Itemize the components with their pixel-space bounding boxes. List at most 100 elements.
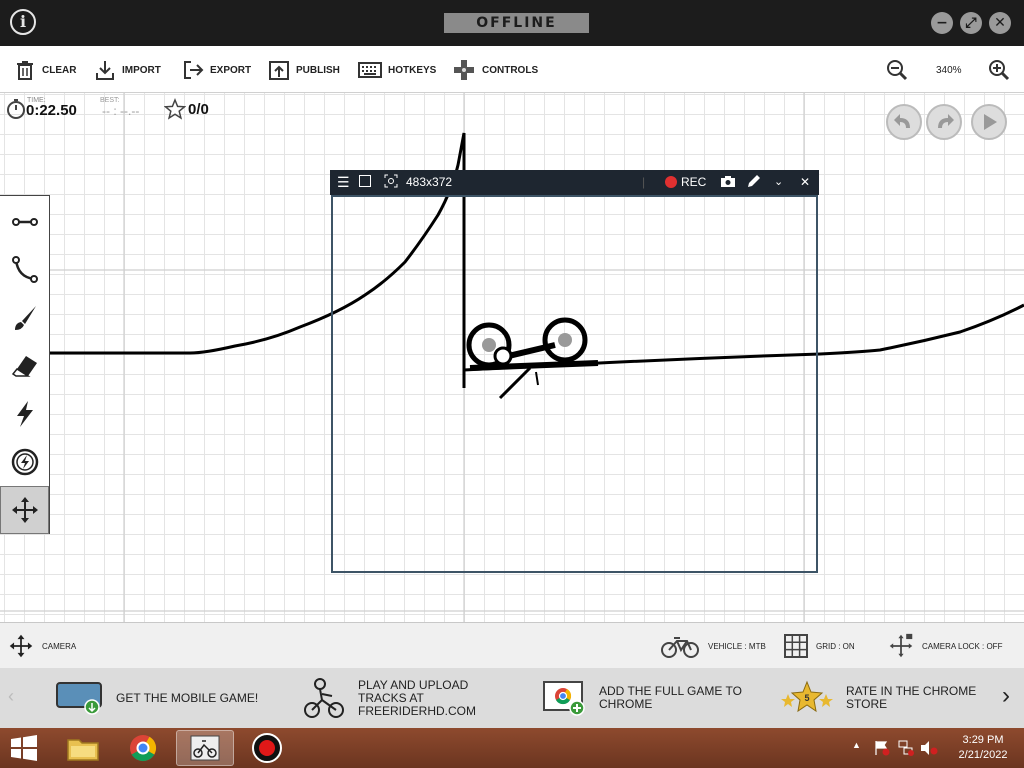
line-tool[interactable] [0, 198, 49, 246]
record-button[interactable]: REC [665, 170, 706, 195]
grid-status[interactable]: GRID : ON [784, 623, 855, 669]
camera-lock-status[interactable]: CAMERA LOCK : OFF [888, 623, 1002, 669]
promo-prev-icon[interactable]: ‹ [8, 686, 14, 707]
promo-mobile[interactable]: GET THE MOBILE GAME! [56, 668, 276, 728]
collapse-icon[interactable]: ⌄ [774, 170, 783, 195]
pen-icon[interactable] [747, 170, 761, 195]
best-label: BEST: [100, 97, 120, 104]
brush-icon [14, 306, 36, 330]
curve-tool-icon [11, 256, 38, 283]
promo-next-icon[interactable]: › [1002, 682, 1010, 710]
screen-recorder-bar: ☰ 483x372 | REC ⌄ ✕ [330, 170, 819, 195]
zoom-in-icon[interactable] [988, 59, 1010, 81]
region-select-icon[interactable] [384, 170, 398, 195]
clock-time: 3:29 PM [962, 734, 1004, 746]
start-button[interactable] [0, 730, 48, 766]
controls-button[interactable]: CONTROLS [452, 58, 538, 82]
camera-lock-icon [889, 633, 913, 658]
editor-toolbar: CLEAR IMPORT EXPORT PUBLISH HOTKEYS CONT… [0, 46, 1024, 93]
lightning-circle-icon [11, 448, 38, 476]
move-arrows-icon [11, 497, 38, 523]
play-icon [984, 114, 997, 130]
hotkeys-label: HOTKEYS [388, 64, 437, 76]
zoom-out-icon[interactable] [886, 59, 908, 81]
line-tool-icon [11, 218, 38, 226]
volume-muted-icon[interactable] [920, 740, 938, 756]
camera-lock-label: CAMERA LOCK : OFF [922, 641, 1003, 651]
promo-freeriderhd[interactable]: PLAY AND UPLOAD TRACKS AT FREERIDERHD.CO… [302, 668, 518, 728]
clear-button[interactable]: CLEAR [14, 58, 76, 82]
star-icon [164, 98, 186, 120]
record-label: REC [681, 175, 707, 189]
chrome-add-icon [543, 681, 585, 716]
clear-label: CLEAR [42, 64, 77, 76]
maximize-button[interactable]: ⤢ [960, 12, 982, 34]
promo-rate[interactable]: 5 RATE IN THE CHROME STORE [780, 668, 1006, 728]
status-bar: CAMERA VEHICLE : MTB GRID : ON CAMERA LO… [0, 622, 1024, 668]
powerup-tool[interactable] [0, 390, 49, 438]
windows-taskbar: ▲ 3:29 PM 2/21/2022 [0, 728, 1024, 768]
eraser-tool[interactable] [0, 342, 49, 390]
controls-label: CONTROLS [482, 64, 539, 76]
taskbar-explorer[interactable] [54, 730, 112, 766]
play-button[interactable] [971, 104, 1007, 140]
camera-label: CAMERA [42, 641, 77, 651]
publish-button[interactable]: PUBLISH [268, 58, 340, 82]
brush-tool[interactable] [0, 294, 49, 342]
trash-icon [17, 61, 33, 80]
lightning-icon [16, 401, 33, 427]
record-dot-icon [665, 176, 677, 188]
grid-icon [784, 634, 808, 658]
import-button[interactable]: IMPORT [94, 58, 161, 82]
promo-mobile-text: GET THE MOBILE GAME! [116, 690, 259, 705]
tool-panel [0, 195, 50, 534]
publish-icon [269, 61, 289, 80]
hotkeys-button[interactable]: HOTKEYS [358, 58, 436, 82]
export-icon [184, 61, 204, 79]
record-app-icon [252, 733, 282, 763]
zoom-level: 340% [936, 65, 962, 76]
freerider-app-icon [190, 735, 220, 761]
camera-move-tool[interactable] [0, 486, 49, 534]
promo-rate-text: RATE IN THE CHROME STORE [846, 684, 977, 711]
promo-freeriderhd-text: PLAY AND UPLOAD TRACKS AT FREERIDERHD.CO… [358, 677, 477, 718]
camera-status[interactable]: CAMERA [8, 623, 76, 669]
promo-chrome[interactable]: ADD THE FULL GAME TO CHROME [543, 668, 759, 728]
taskbar-chrome[interactable] [114, 730, 172, 766]
undo-button[interactable] [886, 104, 922, 140]
redo-button[interactable] [926, 104, 962, 140]
fullscreen-icon[interactable] [359, 170, 371, 195]
publish-label: PUBLISH [296, 64, 340, 76]
antigravity-tool[interactable] [0, 438, 49, 486]
svg-text:5: 5 [804, 693, 809, 703]
screenshot-icon[interactable] [720, 170, 736, 195]
redo-icon [938, 114, 954, 128]
promo-chrome-text: ADD THE FULL GAME TO CHROME [599, 684, 742, 711]
minimize-button[interactable]: − [931, 12, 953, 34]
clock-date: 2/21/2022 [958, 749, 1008, 761]
windows-logo-icon [11, 735, 37, 761]
network-icon[interactable] [898, 740, 914, 756]
recorder-close-icon[interactable]: ✕ [800, 170, 810, 195]
time-value: 0:22.50 [26, 102, 77, 119]
show-hidden-icons[interactable]: ▲ [852, 740, 861, 750]
folder-icon [67, 739, 99, 761]
system-clock[interactable]: 3:29 PM 2/21/2022 [948, 733, 1018, 763]
info-icon[interactable]: i [10, 9, 36, 35]
title-bar: i OFFLINE EDITOR − ⤢ ✕ [0, 0, 1024, 51]
taskbar-freerider[interactable] [176, 730, 234, 766]
vehicle-status[interactable]: VEHICLE : MTB [660, 623, 766, 669]
vehicle-label: VEHICLE : MTB [708, 641, 766, 651]
action-center-flag-icon[interactable] [874, 740, 890, 756]
divider: | [642, 175, 646, 189]
curve-tool[interactable] [0, 246, 49, 294]
move-arrows-icon [9, 634, 33, 658]
export-button[interactable]: EXPORT [182, 58, 251, 82]
menu-icon[interactable]: ☰ [337, 170, 350, 195]
dpad-icon [454, 60, 474, 80]
chrome-icon [130, 735, 157, 762]
close-button[interactable]: ✕ [989, 12, 1011, 34]
stars-count: 0/0 [188, 101, 209, 118]
rider-icon [304, 678, 344, 718]
taskbar-recorder[interactable] [238, 730, 296, 766]
